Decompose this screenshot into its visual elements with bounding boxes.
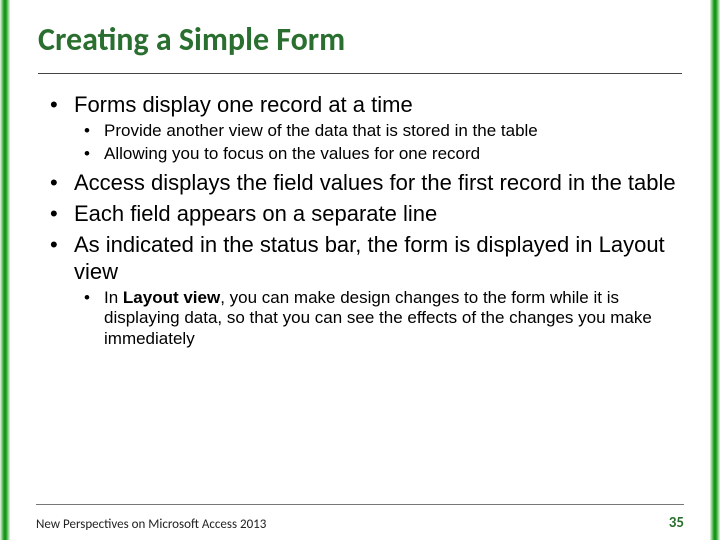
- bullet-2: Access displays the field values for the…: [44, 170, 682, 197]
- bullet-1a-text: Provide another view of the data that is…: [104, 121, 538, 140]
- bullet-4a: In Layout view, you can make design chan…: [74, 288, 682, 350]
- bullet-1a: Provide another view of the data that is…: [74, 121, 682, 142]
- bullet-3: Each field appears on a separate line: [44, 201, 682, 228]
- bullet-1-text: Forms display one record at a time: [74, 92, 413, 117]
- page-number: 35: [669, 514, 684, 532]
- footer-rule: [36, 504, 684, 505]
- bullet-4a-bold: Layout view: [123, 288, 220, 307]
- slide-body: Creating a Simple Form Forms display one…: [10, 0, 710, 540]
- bullet-4a-prefix: In: [104, 288, 123, 307]
- slide-title: Creating a Simple Form: [38, 16, 682, 69]
- title-rule: [38, 73, 682, 74]
- bullet-2-text: Access displays the field values for the…: [74, 170, 676, 195]
- slide-content: Forms display one record at a time Provi…: [38, 92, 682, 350]
- bullet-1b-text: Allowing you to focus on the values for …: [104, 144, 480, 163]
- bullet-4-text: As indicated in the status bar, the form…: [74, 232, 665, 284]
- bullet-1b: Allowing you to focus on the values for …: [74, 144, 682, 165]
- bullet-1: Forms display one record at a time Provi…: [44, 92, 682, 164]
- footer: New Perspectives on Microsoft Access 201…: [10, 504, 710, 540]
- bullet-3-text: Each field appears on a separate line: [74, 201, 437, 226]
- left-border: [0, 0, 10, 540]
- bullet-4: As indicated in the status bar, the form…: [44, 232, 682, 350]
- footer-text: New Perspectives on Microsoft Access 201…: [36, 517, 266, 532]
- right-border: [710, 0, 720, 540]
